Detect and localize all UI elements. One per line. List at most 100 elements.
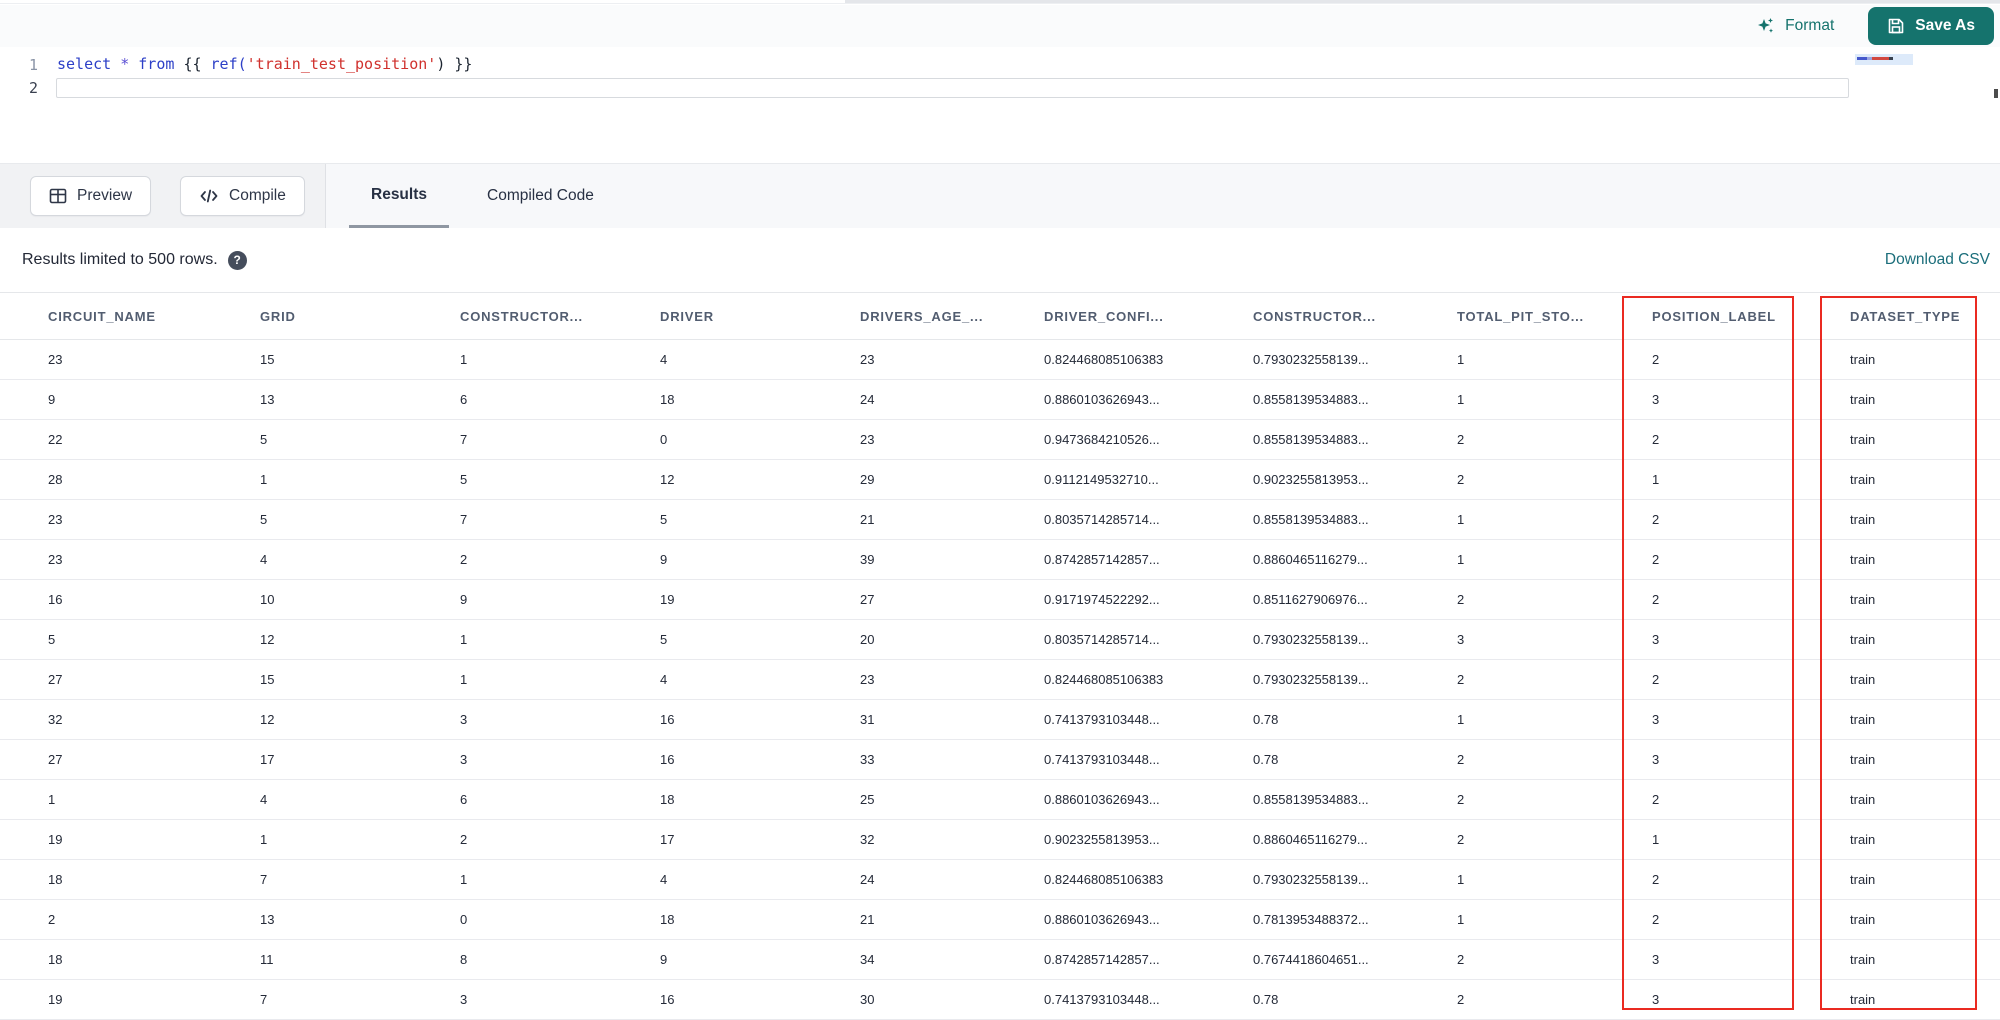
table-cell: 39 [842,539,1026,580]
table-cell: 6 [442,779,642,820]
save-icon [1887,17,1905,35]
table-cell: 1 [1439,899,1634,940]
annotation-box-dataset-type [1820,296,1977,1010]
table-cell: 32 [842,819,1026,860]
table-cell: 1 [442,859,642,900]
code-token: ref( [210,55,247,73]
editor-minimap[interactable] [1855,54,1913,65]
preview-button[interactable]: Preview [30,176,152,216]
table-cell: 0.7674418604651... [1235,939,1439,980]
table-cell: 0.9023255813953... [1235,459,1439,500]
code-line-1: select * from {{ ref('train_test_positio… [57,55,472,73]
table-cell: 31 [842,699,1026,740]
table-cell: 24 [842,859,1026,900]
table-cell: 1 [1439,699,1634,740]
table-cell: 0.9473684210526... [1026,419,1235,460]
table-cell: 0 [642,419,842,460]
minimap-code-line [1857,57,1909,60]
table-cell: 0.8860103626943... [1026,779,1235,820]
table-cell: 7 [442,419,642,460]
editor-scrollbar[interactable] [1994,89,1998,98]
column-header-driver-confi: DRIVER_CONFI... [1026,292,1235,340]
table-cell: 0.8860465116279... [1235,819,1439,860]
table-cell: 3 [442,979,642,1020]
table-cell: 27 [842,579,1026,620]
table-cell: 0.8035714285714... [1026,619,1235,660]
tab-results[interactable]: Results [349,164,449,228]
table-cell: 2 [1439,459,1634,500]
table-cell: 13 [242,899,442,940]
table-cell: 2 [1439,979,1634,1020]
table-cell: 0.7930232558139... [1235,339,1439,380]
table-cell: 10 [242,579,442,620]
table-cell: 0.7413793103448... [1026,979,1235,1020]
table-cell: 11 [242,939,442,980]
table-cell: 0.9112149532710... [1026,459,1235,500]
table-cell: 4 [642,339,842,380]
column-header-constructor: CONSTRUCTOR... [442,292,642,340]
editor-toolbar: Format Save As [0,5,2000,47]
compile-button[interactable]: Compile [180,176,305,216]
table-cell: 0.9023255813953... [1026,819,1235,860]
table-cell: 9 [642,539,842,580]
table-cell: 3 [442,699,642,740]
column-header-driver: DRIVER [642,292,842,340]
table-cell: 27 [0,739,242,780]
line-number-2: 2 [28,79,38,97]
tab-results-label: Results [371,185,427,203]
save-as-label: Save As [1915,17,1975,34]
column-header-total-pit-sto: TOTAL_PIT_STO... [1439,292,1634,340]
table-cell: 23 [0,339,242,380]
table-cell: 12 [242,699,442,740]
table-cell: 1 [442,619,642,660]
table-cell: 0.8742857142857... [1026,939,1235,980]
table-cell: 2 [1439,819,1634,860]
table-cell: 1 [442,339,642,380]
table-cell: 2 [1439,579,1634,620]
column-header-constructor: CONSTRUCTOR... [1235,292,1439,340]
sql-editor[interactable]: 1 2 select * from {{ ref('train_test_pos… [0,47,2000,163]
table-cell: 7 [242,979,442,1020]
table-cell: 34 [842,939,1026,980]
column-header-drivers-age: DRIVERS_AGE_... [842,292,1026,340]
code-token: select [57,55,121,73]
table-cell: 1 [1439,859,1634,900]
table-cell: 9 [442,579,642,620]
table-cell: 5 [642,619,842,660]
table-cell: 25 [842,779,1026,820]
table-cell: 18 [642,779,842,820]
table-cell: 0.9171974522292... [1026,579,1235,620]
table-cell: 29 [842,459,1026,500]
help-icon[interactable]: ? [227,250,247,270]
save-as-button[interactable]: Save As [1868,7,1994,45]
table-cell: 0.78 [1235,739,1439,780]
column-header-circuit-name: CIRCUIT_NAME [0,292,242,340]
table-cell: 0.8558139534883... [1235,379,1439,420]
table-cell: 0.7930232558139... [1235,659,1439,700]
table-cell: 1 [0,779,242,820]
compile-label: Compile [229,187,286,204]
table-cell: 7 [442,499,642,540]
table-cell: 15 [242,339,442,380]
table-cell: 22 [0,419,242,460]
download-csv-link[interactable]: Download CSV [1885,251,1990,269]
table-cell: 28 [0,459,242,500]
table-icon [49,187,67,205]
table-cell: 0.7413793103448... [1026,739,1235,780]
table-cell: 18 [642,379,842,420]
table-cell: 0.7413793103448... [1026,699,1235,740]
table-cell: 23 [842,659,1026,700]
table-cell: 1 [442,659,642,700]
tab-compiled-code[interactable]: Compiled Code [465,164,616,228]
table-cell: 16 [642,699,842,740]
format-button[interactable]: Format [1756,16,1834,36]
table-cell: 20 [842,619,1026,660]
table-cell: 5 [242,419,442,460]
table-cell: 19 [642,579,842,620]
table-cell: 4 [642,859,842,900]
table-cell: 2 [1439,659,1634,700]
table-cell: 2 [1439,739,1634,780]
table-cell: 33 [842,739,1026,780]
active-line-box[interactable] [56,78,1849,98]
table-cell: 19 [0,979,242,1020]
